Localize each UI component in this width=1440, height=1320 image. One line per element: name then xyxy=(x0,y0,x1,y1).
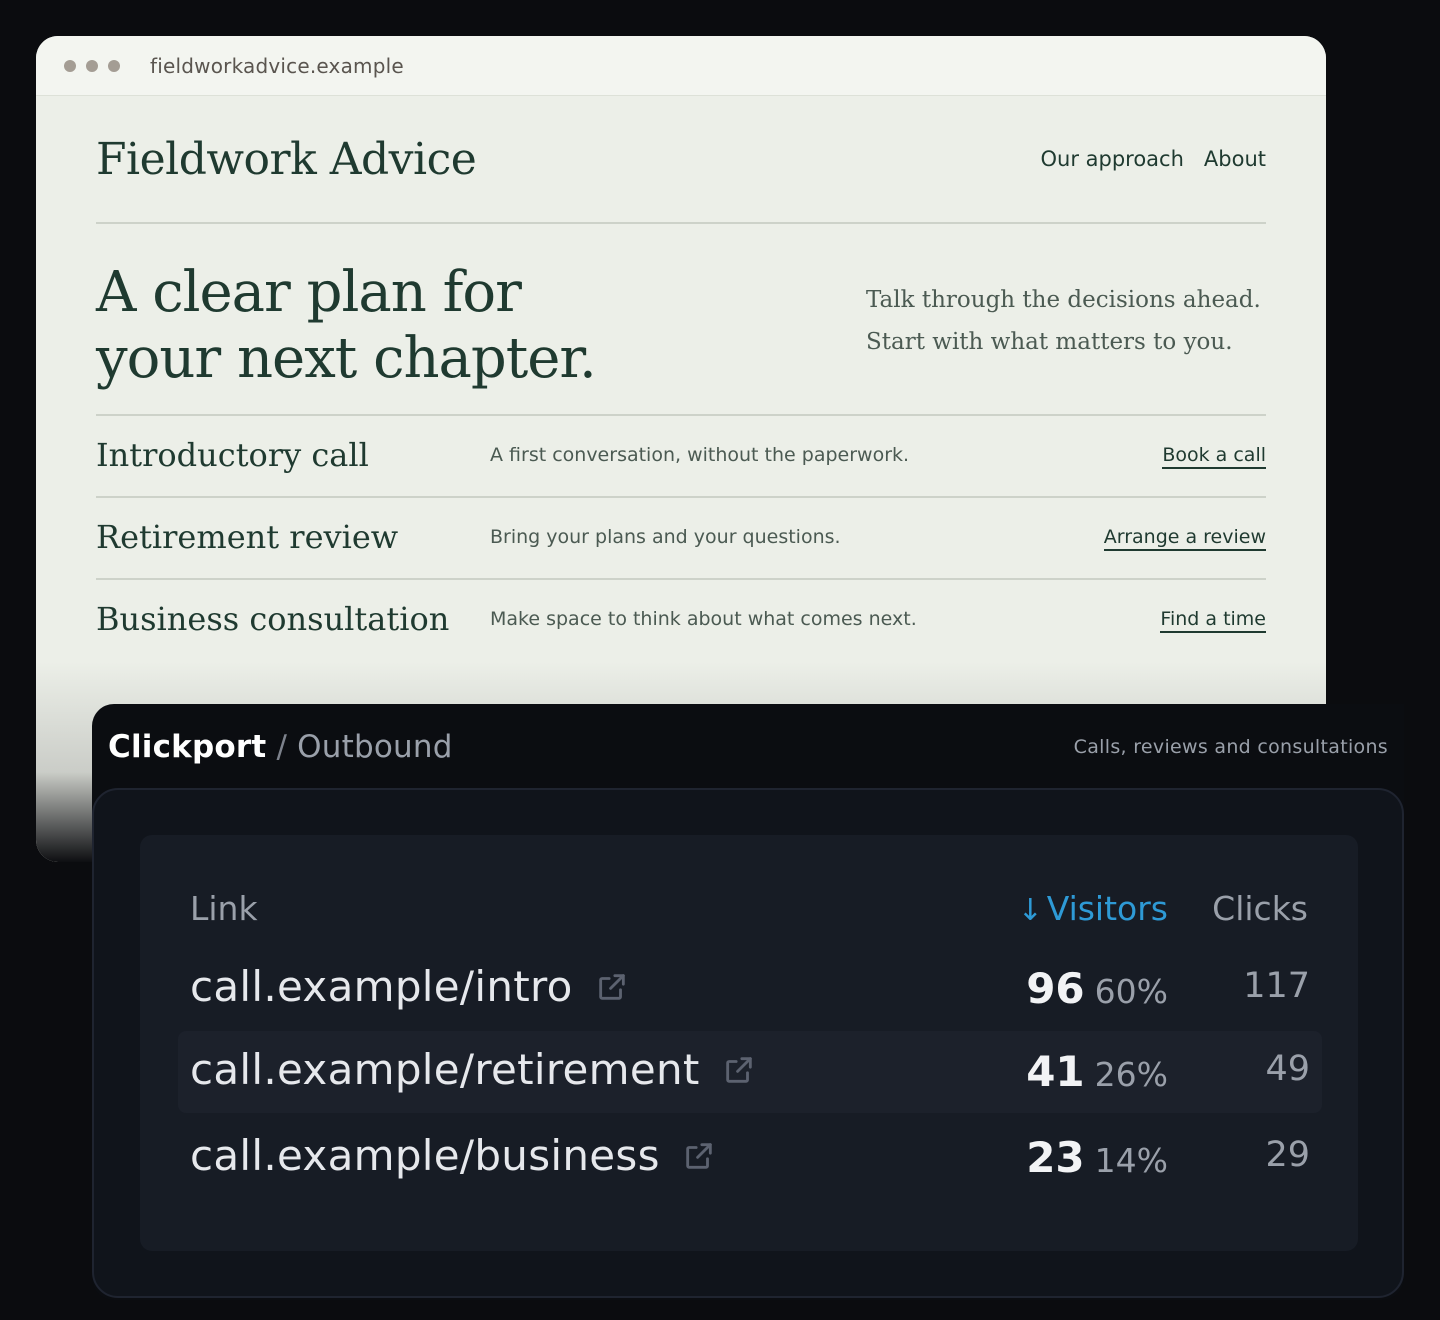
site-logo[interactable]: Fieldwork Advice xyxy=(96,134,477,185)
website-page: Fieldwork Advice Our approach About A cl… xyxy=(36,96,1326,660)
column-header-visitors[interactable]: ↓ Visitors xyxy=(1018,889,1168,928)
visitors-percent: 60% xyxy=(1094,972,1168,1011)
window-dot-maximize[interactable] xyxy=(108,59,120,72)
visitors-cell: 23 14% xyxy=(1026,1133,1168,1182)
address-bar[interactable]: fieldworkadvice.example xyxy=(150,54,404,78)
link-url: call.example/retirement xyxy=(190,1045,700,1094)
column-header-clicks[interactable]: Clicks xyxy=(1212,889,1308,928)
hero-section: A clear plan for your next chapter. Talk… xyxy=(96,224,1266,416)
sort-arrow-down-icon: ↓ xyxy=(1017,893,1043,928)
column-header-visitors-label: Visitors xyxy=(1046,889,1168,928)
external-link-icon[interactable] xyxy=(682,1139,716,1173)
arrange-review-link[interactable]: Arrange a review xyxy=(1103,526,1266,551)
panel-header: Clickport / Outbound Calls, reviews and … xyxy=(92,704,1404,790)
link-url: call.example/intro xyxy=(190,962,573,1011)
hero-subtitle: Talk through the decisions ahead. Start … xyxy=(866,279,1266,363)
clicks-count: 29 xyxy=(1265,1135,1310,1175)
site-nav: Our approach About xyxy=(1040,147,1266,171)
window-controls xyxy=(64,59,120,72)
service-description: A first conversation, without the paperw… xyxy=(490,444,910,466)
visitors-cell: 96 60% xyxy=(1026,964,1168,1013)
table-row[interactable]: call.example/business 23 14% 29 xyxy=(178,1117,1322,1199)
breadcrumb-section: Outbound xyxy=(297,729,453,765)
breadcrumb-separator: / xyxy=(266,729,298,765)
hero-subtitle-line-1: Talk through the decisions ahead. xyxy=(866,287,1261,313)
clicks-count: 49 xyxy=(1265,1049,1310,1089)
table-card-frame: Link ↓ Visitors Clicks call.example/intro… xyxy=(92,788,1404,1298)
hero-subtitle-line-2: Start with what matters to you. xyxy=(866,329,1233,355)
panel-description: Calls, reviews and consultations xyxy=(1073,736,1388,758)
find-time-link[interactable]: Find a time xyxy=(1160,608,1266,633)
visitors-cell: 41 26% xyxy=(1026,1047,1168,1096)
nav-link-our-approach[interactable]: Our approach xyxy=(1040,147,1183,171)
visitors-percent: 14% xyxy=(1094,1141,1168,1180)
link-url: call.example/business xyxy=(190,1131,660,1180)
nav-link-about[interactable]: About xyxy=(1204,147,1266,171)
visitors-count: 23 xyxy=(1026,1133,1085,1182)
service-name: Business consultation xyxy=(96,600,450,638)
browser-toolbar: fieldworkadvice.example xyxy=(36,36,1326,96)
visitors-percent: 26% xyxy=(1094,1055,1168,1094)
service-description: Make space to think about what comes nex… xyxy=(490,608,917,630)
service-row-retirement: Retirement review Bring your plans and y… xyxy=(96,498,1266,580)
link-cell[interactable]: call.example/retirement xyxy=(190,1045,756,1094)
visitors-count: 96 xyxy=(1026,964,1085,1013)
window-dot-close[interactable] xyxy=(64,59,76,72)
book-call-link[interactable]: Book a call xyxy=(1162,444,1266,469)
breadcrumb: Clickport / Outbound xyxy=(108,729,453,765)
visitors-count: 41 xyxy=(1026,1047,1085,1096)
hero-title-line-1: A clear plan for xyxy=(96,260,522,325)
service-row-business: Business consultation Make space to thin… xyxy=(96,580,1266,660)
hero-title: A clear plan for your next chapter. xyxy=(96,260,656,392)
service-name: Introductory call xyxy=(96,436,369,474)
analytics-panel: Clickport / Outbound Calls, reviews and … xyxy=(92,704,1404,1300)
site-header: Fieldwork Advice Our approach About xyxy=(96,96,1266,224)
service-description: Bring your plans and your questions. xyxy=(490,526,841,548)
table-row[interactable]: call.example/retirement 41 26% 49 xyxy=(178,1031,1322,1113)
external-link-icon[interactable] xyxy=(595,970,629,1004)
column-header-link: Link xyxy=(190,889,258,928)
outbound-links-table: Link ↓ Visitors Clicks call.example/intro… xyxy=(140,835,1358,1251)
clicks-count: 117 xyxy=(1243,966,1310,1006)
table-row[interactable]: call.example/intro 96 60% 117 xyxy=(178,948,1322,1030)
link-cell[interactable]: call.example/business xyxy=(190,1131,716,1180)
service-row-intro: Introductory call A first conversation, … xyxy=(96,416,1266,498)
breadcrumb-app[interactable]: Clickport xyxy=(108,729,266,765)
link-cell[interactable]: call.example/intro xyxy=(190,962,629,1011)
screenshot-stage: fieldworkadvice.example Fieldwork Advice… xyxy=(0,0,1440,1320)
external-link-icon[interactable] xyxy=(722,1053,756,1087)
window-dot-minimize[interactable] xyxy=(86,59,98,72)
service-name: Retirement review xyxy=(96,518,399,556)
hero-title-line-2: your next chapter. xyxy=(96,326,597,391)
